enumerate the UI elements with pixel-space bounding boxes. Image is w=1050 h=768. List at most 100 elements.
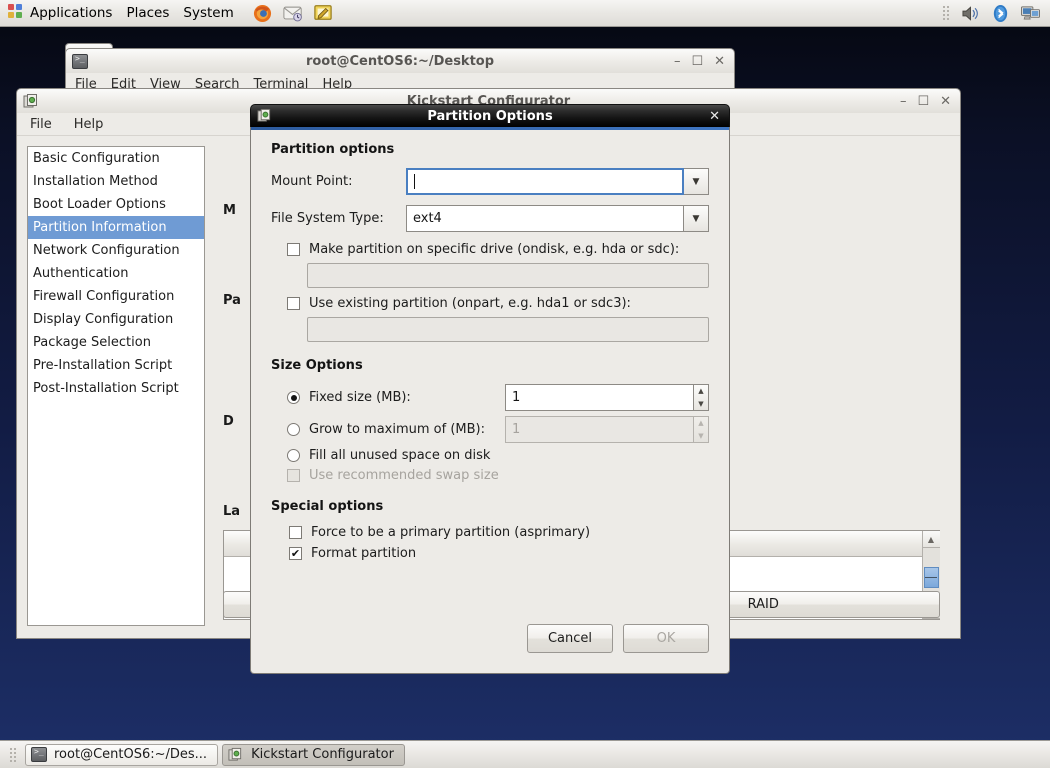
panel-label-disk: D: [223, 414, 234, 429]
panel-label-master: M: [223, 203, 236, 218]
fill-all-unused-row[interactable]: Fill all unused space on disk: [287, 448, 709, 463]
sidebar-item-firewall-configuration[interactable]: Firewall Configuration: [28, 285, 204, 308]
dialog-titlebar[interactable]: Partition Options ✕: [250, 104, 730, 127]
bluetooth-icon[interactable]: [986, 1, 1014, 25]
terminal-minimize-button[interactable]: –: [674, 55, 681, 68]
sidebar-item-package-selection[interactable]: Package Selection: [28, 331, 204, 354]
fixed-size-label: Fixed size (MB):: [309, 390, 411, 405]
dialog-close-button[interactable]: ✕: [709, 110, 720, 123]
taskbar-grip-handle[interactable]: [9, 746, 16, 764]
asprimary-row[interactable]: Force to be a primary partition (asprima…: [289, 525, 709, 540]
kickstart-menu-file[interactable]: File: [27, 115, 55, 134]
panel-grip-handle[interactable]: [942, 4, 949, 22]
terminal-close-button[interactable]: ✕: [714, 55, 725, 68]
fixed-size-stepper[interactable]: 1 ▲ ▼: [505, 384, 709, 411]
sidebar-item-network-configuration[interactable]: Network Configuration: [28, 239, 204, 262]
ondisk-input[interactable]: [307, 263, 709, 288]
mount-point-chevron-down-icon[interactable]: ▼: [684, 168, 709, 195]
asprimary-label: Force to be a primary partition (asprima…: [311, 525, 591, 540]
format-partition-checkbox[interactable]: ✔: [289, 547, 302, 560]
grow-to-maximum-radio[interactable]: [287, 423, 300, 436]
text-editor-icon[interactable]: [309, 1, 337, 25]
fill-all-unused-radio[interactable]: [287, 449, 300, 462]
evolution-mail-icon[interactable]: [279, 1, 307, 25]
mount-point-combo[interactable]: ▼: [406, 168, 709, 195]
top-panel: Applications Places System: [0, 0, 1050, 27]
kickstart-menu-help[interactable]: Help: [71, 115, 107, 134]
onpart-input[interactable]: [307, 317, 709, 342]
panel-menu-label: Applications: [30, 5, 113, 21]
panel-menu-applications[interactable]: Applications: [0, 2, 119, 25]
sidebar-item-installation-method[interactable]: Installation Method: [28, 170, 204, 193]
sidebar-item-partition-information[interactable]: Partition Information: [28, 216, 204, 239]
sidebar-item-authentication[interactable]: Authentication: [28, 262, 204, 285]
taskbar: root@CentOS6:~/Des... Kickstart Configur…: [0, 740, 1050, 768]
file-system-type-chevron-down-icon[interactable]: ▼: [684, 205, 709, 232]
panel-label-partition: Pa: [223, 293, 241, 308]
kickstart-icon: [228, 747, 244, 763]
taskbar-item-kickstart[interactable]: Kickstart Configurator: [222, 743, 405, 766]
kickstart-maximize-button[interactable]: ☐: [917, 95, 929, 108]
panel-menu-places[interactable]: Places: [119, 2, 176, 25]
fixed-size-radio[interactable]: [287, 391, 300, 404]
recommended-swap-checkbox: [287, 469, 300, 482]
panel-menu-label: Places: [126, 5, 170, 21]
mount-point-input[interactable]: [406, 168, 684, 195]
sidebar-item-post-installation-script[interactable]: Post-Installation Script: [28, 377, 204, 400]
asprimary-checkbox[interactable]: [289, 526, 302, 539]
onpart-checkbox[interactable]: [287, 297, 300, 310]
kickstart-sidebar[interactable]: Basic Configuration Installation Method …: [27, 146, 205, 626]
file-system-type-combo[interactable]: ext4 ▼: [406, 205, 709, 232]
ok-button: OK: [623, 624, 709, 653]
display-icon[interactable]: [1016, 1, 1044, 25]
taskbar-item-terminal[interactable]: root@CentOS6:~/Des...: [25, 743, 219, 766]
onpart-checkbox-row[interactable]: Use existing partition (onpart, e.g. hda…: [287, 296, 709, 311]
ondisk-label: Make partition on specific drive (ondisk…: [309, 242, 680, 257]
mount-point-label: Mount Point:: [271, 174, 353, 189]
grow-to-maximum-row[interactable]: Grow to maximum of (MB): 1 ▲ ▼: [287, 416, 709, 443]
format-partition-row[interactable]: ✔ Format partition: [289, 546, 709, 561]
volume-icon[interactable]: [956, 1, 984, 25]
applications-logo-icon: [7, 3, 24, 24]
format-partition-label: Format partition: [311, 546, 417, 561]
kickstart-close-button[interactable]: ✕: [940, 95, 951, 108]
partition-options-dialog: Partition Options ✕ Partition options Mo…: [250, 104, 730, 674]
sidebar-item-display-configuration[interactable]: Display Configuration: [28, 308, 204, 331]
dialog-body: Partition options Mount Point: ▼ File Sy…: [250, 127, 730, 674]
sidebar-item-basic-configuration[interactable]: Basic Configuration: [28, 147, 204, 170]
panel-launchers: [249, 1, 337, 25]
recommended-swap-row: Use recommended swap size: [287, 468, 709, 483]
dialog-app-icon: [257, 108, 273, 124]
section-heading-size-options: Size Options: [271, 358, 363, 373]
grow-to-maximum-stepper: 1 ▲ ▼: [505, 416, 709, 443]
recommended-swap-label: Use recommended swap size: [309, 468, 499, 483]
file-system-type-row: File System Type: ext4 ▼: [271, 205, 709, 232]
terminal-icon: [31, 747, 47, 762]
ondisk-checkbox-row[interactable]: Make partition on specific drive (ondisk…: [287, 242, 709, 257]
panel-menu-system[interactable]: System: [176, 2, 240, 25]
dialog-title: Partition Options: [427, 108, 553, 124]
scroll-up-icon[interactable]: ▲: [922, 531, 940, 548]
sidebar-item-boot-loader-options[interactable]: Boot Loader Options: [28, 193, 204, 216]
spin-up-icon[interactable]: ▲: [694, 385, 708, 398]
fixed-size-input[interactable]: 1: [505, 384, 693, 411]
terminal-titlebar[interactable]: root@CentOS6:~/Desktop – ☐ ✕: [65, 48, 735, 73]
taskbar-item-label: Kickstart Configurator: [251, 747, 394, 762]
cancel-button[interactable]: Cancel: [527, 624, 613, 653]
fixed-size-row[interactable]: Fixed size (MB): 1 ▲ ▼: [287, 384, 709, 411]
fixed-size-spin-buttons[interactable]: ▲ ▼: [693, 384, 709, 411]
kickstart-icon: [23, 93, 39, 109]
firefox-icon[interactable]: [249, 1, 277, 25]
scrollbar-thumb[interactable]: [923, 567, 939, 588]
section-heading-partition-options: Partition options: [271, 142, 395, 157]
sidebar-item-pre-installation-script[interactable]: Pre-Installation Script: [28, 354, 204, 377]
spin-down-icon[interactable]: ▼: [694, 398, 708, 411]
file-system-type-value[interactable]: ext4: [406, 205, 684, 232]
ondisk-checkbox[interactable]: [287, 243, 300, 256]
taskbar-item-label: root@CentOS6:~/Des...: [54, 747, 208, 762]
section-heading-special-options: Special options: [271, 499, 384, 514]
terminal-maximize-button[interactable]: ☐: [691, 55, 703, 68]
file-system-type-label: File System Type:: [271, 211, 384, 226]
panel-label-label: La: [223, 504, 241, 519]
kickstart-minimize-button[interactable]: –: [900, 95, 907, 108]
